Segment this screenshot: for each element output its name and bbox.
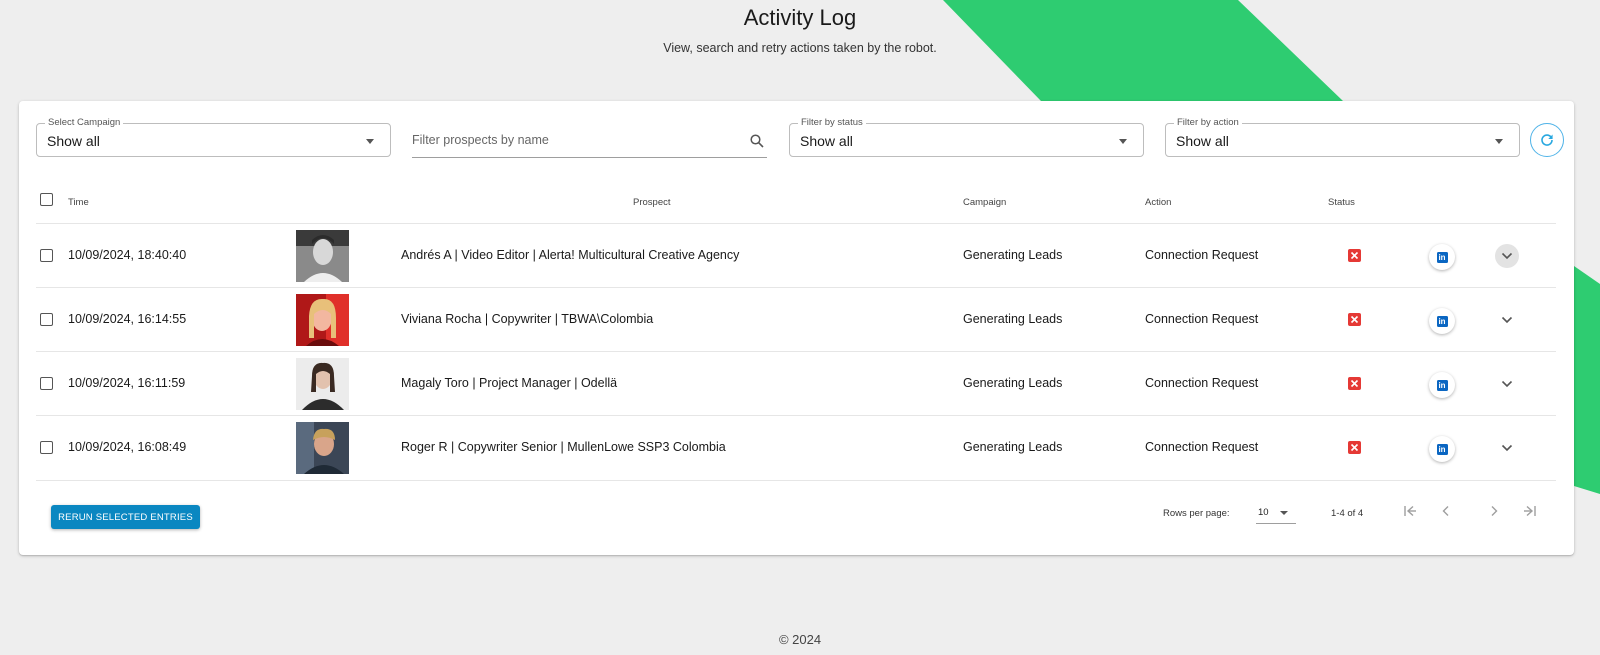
prospect-search-input[interactable] <box>412 133 732 147</box>
refresh-icon <box>1541 134 1553 146</box>
failed-status-icon <box>1348 249 1361 262</box>
next-page-button[interactable] <box>1485 502 1503 520</box>
row-time: 10/09/2024, 16:08:49 <box>68 440 187 454</box>
first-page-icon <box>1404 505 1416 517</box>
select-all-checkbox[interactable] <box>40 193 53 206</box>
linkedin-icon: in <box>1436 379 1448 391</box>
rows-per-page-value: 10 <box>1258 507 1269 518</box>
column-header-prospect: Prospect <box>633 197 671 208</box>
table-row[interactable]: 10/09/2024, 16:11:59 Magaly Toro | Proje… <box>36 351 1556 416</box>
failed-status-icon <box>1348 313 1361 326</box>
table-row[interactable]: 10/09/2024, 16:08:49 Roger R | Copywrite… <box>36 415 1556 481</box>
status-filter-value: Show all <box>800 133 853 149</box>
rows-per-page-label: Rows per page: <box>1163 508 1230 519</box>
page-subtitle: View, search and retry actions taken by … <box>663 41 937 55</box>
linkedin-icon: in <box>1436 315 1448 327</box>
row-action: Connection Request <box>1145 312 1259 326</box>
row-prospect[interactable]: Roger R | Copywriter Senior | MullenLowe… <box>401 440 726 454</box>
action-filter-select[interactable]: Filter by action Show all <box>1165 117 1520 157</box>
prospect-search <box>412 123 767 158</box>
linkedin-profile-button[interactable]: in <box>1429 436 1455 462</box>
dropdown-arrow-icon <box>366 139 374 144</box>
column-header-action: Action <box>1145 197 1172 208</box>
column-header-time: Time <box>68 197 89 208</box>
chevron-down-icon <box>1501 380 1513 388</box>
prospect-avatar <box>296 422 349 474</box>
expand-row-button[interactable] <box>1495 244 1519 268</box>
row-checkbox[interactable] <box>40 249 53 262</box>
previous-page-button[interactable] <box>1437 502 1455 520</box>
expand-row-button[interactable] <box>1495 436 1519 460</box>
row-time: 10/09/2024, 16:14:55 <box>68 312 187 326</box>
table-row[interactable]: 10/09/2024, 16:14:55 Viviana Rocha | Cop… <box>36 287 1556 352</box>
prospect-avatar <box>296 358 349 410</box>
campaign-select-label: Select Campaign <box>45 117 124 129</box>
dropdown-arrow-icon <box>1495 139 1503 144</box>
linkedin-icon: in <box>1436 443 1448 455</box>
column-header-status: Status <box>1328 197 1355 208</box>
prospect-avatar <box>296 230 349 282</box>
copyright-footer: © 2024 <box>778 632 822 647</box>
row-action: Connection Request <box>1145 248 1259 262</box>
dropdown-arrow-icon <box>1119 139 1127 144</box>
chevron-right-icon <box>1491 506 1498 516</box>
row-prospect[interactable]: Andrés A | Video Editor | Alerta! Multic… <box>401 248 739 262</box>
status-filter-label: Filter by status <box>798 117 866 129</box>
row-campaign: Generating Leads <box>963 376 1063 390</box>
chevron-down-icon <box>1501 444 1513 452</box>
row-action: Connection Request <box>1145 440 1259 454</box>
refresh-button[interactable] <box>1530 123 1564 157</box>
linkedin-icon: in <box>1436 251 1448 263</box>
table-row[interactable]: 10/09/2024, 18:40:40 Andrés A | Video Ed… <box>36 223 1556 288</box>
row-checkbox[interactable] <box>40 377 53 390</box>
row-campaign: Generating Leads <box>963 440 1063 454</box>
last-page-button[interactable] <box>1521 502 1539 520</box>
action-filter-label: Filter by action <box>1174 117 1242 129</box>
expand-row-button[interactable] <box>1495 372 1519 396</box>
failed-status-icon <box>1348 377 1361 390</box>
search-icon[interactable] <box>750 134 764 153</box>
row-prospect[interactable]: Magaly Toro | Project Manager | Odellä <box>401 376 617 390</box>
last-page-icon <box>1524 505 1536 517</box>
first-page-button[interactable] <box>1401 502 1419 520</box>
dropdown-arrow-icon <box>1280 511 1288 515</box>
chevron-left-icon <box>1442 506 1449 516</box>
row-checkbox[interactable] <box>40 313 53 326</box>
pagination-range: 1-4 of 4 <box>1331 508 1364 519</box>
rows-per-page-select[interactable]: 10 <box>1256 499 1296 524</box>
chevron-down-icon <box>1501 252 1513 260</box>
campaign-select-value: Show all <box>47 133 100 149</box>
activity-log-card: Select Campaign Show all Filter by statu… <box>19 101 1574 555</box>
linkedin-profile-button[interactable]: in <box>1429 372 1455 398</box>
row-action: Connection Request <box>1145 376 1259 390</box>
rerun-selected-button[interactable]: RERUN SELECTED ENTRIES <box>51 505 200 529</box>
action-filter-value: Show all <box>1176 133 1229 149</box>
row-prospect[interactable]: Viviana Rocha | Copywriter | TBWA\Colomb… <box>401 312 653 326</box>
page-header: Activity Log View, search and retry acti… <box>0 0 1600 56</box>
row-time: 10/09/2024, 16:11:59 <box>68 376 186 390</box>
linkedin-profile-button[interactable]: in <box>1429 308 1455 334</box>
row-campaign: Generating Leads <box>963 312 1063 326</box>
prospect-avatar <box>296 294 349 346</box>
column-header-campaign: Campaign <box>963 197 1007 208</box>
failed-status-icon <box>1348 441 1361 454</box>
row-checkbox[interactable] <box>40 441 53 454</box>
status-filter-select[interactable]: Filter by status Show all <box>789 117 1144 157</box>
row-campaign: Generating Leads <box>963 248 1063 262</box>
row-time: 10/09/2024, 18:40:40 <box>68 248 187 262</box>
campaign-select[interactable]: Select Campaign Show all <box>36 117 391 157</box>
page-title: Activity Log <box>743 5 857 30</box>
chevron-down-icon <box>1501 316 1513 324</box>
expand-row-button[interactable] <box>1495 308 1519 332</box>
linkedin-profile-button[interactable]: in <box>1429 244 1455 270</box>
